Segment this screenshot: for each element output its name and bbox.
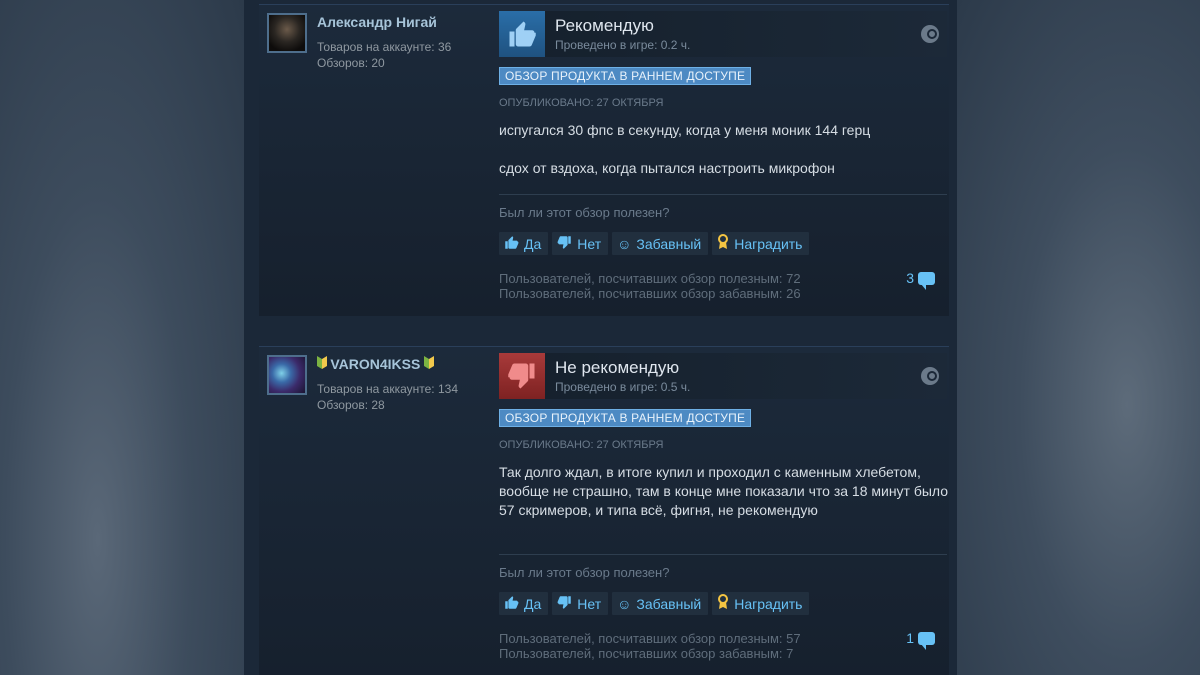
vote-yes-button[interactable]: Да bbox=[499, 232, 549, 255]
vote-funny-label: Забавный bbox=[636, 235, 702, 252]
review-card: Александр Нигай Товаров на аккаунте: 36 … bbox=[259, 4, 949, 316]
thumbs-up-icon bbox=[499, 11, 545, 57]
review-text: испугался 30 фпс в секунду, когда у меня… bbox=[499, 121, 947, 197]
vote-buttons: Да Нет ☺ Забавный Наградить bbox=[499, 592, 810, 615]
thumbs-down-icon bbox=[499, 353, 545, 399]
steam-logo-icon bbox=[921, 25, 939, 43]
vote-funny-button[interactable]: ☺ Забавный bbox=[612, 232, 709, 255]
avatar[interactable] bbox=[267, 355, 307, 395]
posted-date: ОПУБЛИКОВАНО: 27 ОКТЯБРЯ bbox=[499, 439, 664, 451]
vote-buttons: Да Нет ☺ Забавный Наградить bbox=[499, 232, 810, 255]
award-label: Наградить bbox=[734, 595, 803, 612]
award-label: Наградить bbox=[734, 235, 803, 252]
author-name-text[interactable]: Александр Нигай bbox=[317, 14, 437, 30]
backdrop-right bbox=[957, 0, 1200, 675]
review-card: VARON4IKSS Товаров на аккаунте: 134 Обзо… bbox=[259, 346, 949, 675]
vote-no-button[interactable]: Нет bbox=[552, 232, 609, 255]
thumbs-up-icon bbox=[504, 235, 519, 253]
helpful-count: Пользователей, посчитавших обзор полезны… bbox=[499, 631, 801, 646]
thumbs-down-icon bbox=[557, 595, 572, 613]
early-access-badge: ОБЗОР ПРОДУКТА В РАННЕМ ДОСТУПЕ bbox=[499, 409, 752, 427]
smile-icon: ☺ bbox=[617, 595, 632, 612]
review-paragraph: сдох от вздоха, когда пытался настроить … bbox=[499, 160, 835, 176]
helpful-question: Был ли этот обзор полезен? bbox=[499, 205, 670, 220]
award-button[interactable]: Наградить bbox=[712, 232, 810, 255]
funny-count: Пользователей, посчитавших обзор забавны… bbox=[499, 286, 801, 301]
thumbs-down-icon bbox=[557, 235, 572, 253]
review-body: Не рекомендую Проведено в игре: 0.5 ч. О… bbox=[499, 347, 948, 675]
vote-no-label: Нет bbox=[577, 595, 602, 612]
comment-bubble-icon bbox=[918, 271, 935, 290]
review-paragraph: Так долго ждал, в итоге купил и проходил… bbox=[499, 464, 949, 518]
avatar[interactable] bbox=[267, 13, 307, 53]
divider bbox=[499, 194, 947, 195]
vote-funny-button[interactable]: ☺ Забавный bbox=[612, 592, 709, 615]
beginner-badge-icon bbox=[420, 356, 434, 372]
review-verdict[interactable]: Не рекомендую Проведено в игре: 0.5 ч. bbox=[499, 353, 947, 399]
award-button[interactable]: Наградить bbox=[712, 592, 810, 615]
playtime: Проведено в игре: 0.2 ч. bbox=[555, 38, 691, 52]
comments-link[interactable]: 3 bbox=[906, 270, 935, 290]
beginner-badge-icon bbox=[317, 356, 330, 372]
author-products-count[interactable]: Товаров на аккаунте: 134 bbox=[317, 382, 458, 396]
author-reviews-count[interactable]: Обзоров: 28 bbox=[317, 398, 385, 412]
vote-yes-button[interactable]: Да bbox=[499, 592, 549, 615]
author-name[interactable]: VARON4IKSS bbox=[317, 356, 434, 372]
review-text: Так долго ждал, в итоге купил и проходил… bbox=[499, 463, 959, 539]
divider bbox=[499, 554, 947, 555]
comments-link[interactable]: 1 bbox=[906, 630, 935, 650]
comments-count: 1 bbox=[906, 630, 914, 646]
vote-yes-label: Да bbox=[524, 595, 542, 612]
steam-logo-icon bbox=[921, 367, 939, 385]
helpful-count: Пользователей, посчитавших обзор полезны… bbox=[499, 271, 801, 286]
review-paragraph: испугался 30 фпс в секунду, когда у меня… bbox=[499, 122, 871, 138]
playtime: Проведено в игре: 0.5 ч. bbox=[555, 380, 691, 394]
vote-funny-label: Забавный bbox=[636, 595, 702, 612]
early-access-badge: ОБЗОР ПРОДУКТА В РАННЕМ ДОСТУПЕ bbox=[499, 67, 752, 85]
award-icon bbox=[717, 234, 729, 253]
vote-no-label: Нет bbox=[577, 235, 602, 252]
author-reviews-count[interactable]: Обзоров: 20 bbox=[317, 56, 385, 70]
funny-count: Пользователей, посчитавших обзор забавны… bbox=[499, 646, 794, 661]
thumbs-up-icon bbox=[504, 595, 519, 613]
verdict-title: Не рекомендую bbox=[555, 358, 680, 377]
helpful-question: Был ли этот обзор полезен? bbox=[499, 565, 670, 580]
verdict-title: Рекомендую bbox=[555, 16, 654, 35]
review-stats: Пользователей, посчитавших обзор полезны… bbox=[499, 631, 801, 661]
award-icon bbox=[717, 594, 729, 613]
smile-icon: ☺ bbox=[617, 235, 632, 252]
author-products-count[interactable]: Товаров на аккаунте: 36 bbox=[317, 40, 451, 54]
reviews-column: Александр Нигай Товаров на аккаунте: 36 … bbox=[244, 0, 957, 675]
vote-yes-label: Да bbox=[524, 235, 542, 252]
backdrop-left bbox=[0, 0, 244, 675]
review-verdict[interactable]: Рекомендую Проведено в игре: 0.2 ч. bbox=[499, 11, 947, 57]
review-stats: Пользователей, посчитавших обзор полезны… bbox=[499, 271, 801, 301]
comment-bubble-icon bbox=[918, 631, 935, 650]
posted-date: ОПУБЛИКОВАНО: 27 ОКТЯБРЯ bbox=[499, 97, 664, 109]
review-body: Рекомендую Проведено в игре: 0.2 ч. ОБЗО… bbox=[499, 5, 947, 317]
vote-no-button[interactable]: Нет bbox=[552, 592, 609, 615]
author-name[interactable]: Александр Нигай bbox=[317, 14, 437, 30]
comments-count: 3 bbox=[906, 270, 914, 286]
author-name-text[interactable]: VARON4IKSS bbox=[330, 356, 420, 372]
